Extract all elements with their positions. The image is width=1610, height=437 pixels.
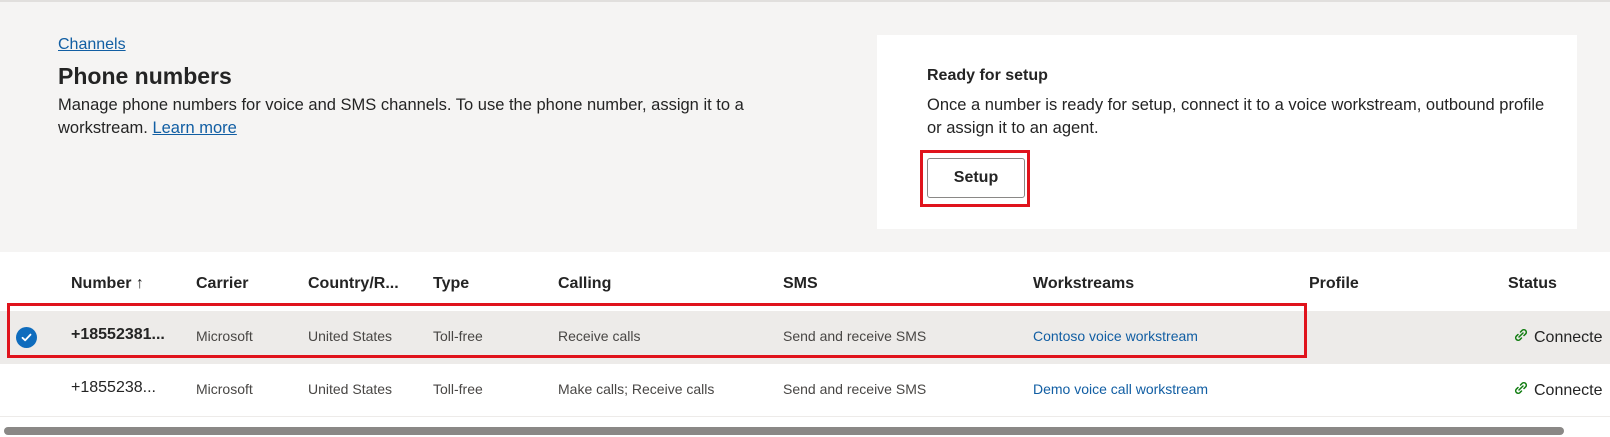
link-icon [1514, 381, 1528, 395]
cell-type: Toll-free [433, 328, 483, 344]
cell-carrier: Microsoft [196, 381, 253, 397]
status-cell: Connecte [1512, 379, 1603, 400]
column-header-profile[interactable]: Profile [1309, 275, 1359, 293]
cell-calling: Make calls; Receive calls [558, 381, 715, 397]
setup-card-title: Ready for setup [927, 67, 1048, 84]
column-header-type[interactable]: Type [433, 275, 469, 293]
table-row[interactable]: +18552381... Microsoft United States Tol… [0, 311, 1610, 364]
table-row[interactable]: +1855238... Microsoft United States Toll… [0, 364, 1610, 417]
setup-button[interactable]: Setup [927, 158, 1025, 198]
column-header-sms[interactable]: SMS [783, 275, 818, 293]
status-text: Connecte [1534, 382, 1603, 399]
page-header-area: Channels Phone numbers Manage phone numb… [0, 0, 1610, 252]
link-icon [1514, 328, 1528, 342]
page-description: Manage phone numbers for voice and SMS c… [58, 94, 798, 140]
status-cell: Connecte [1512, 326, 1603, 347]
setup-card-description: Once a number is ready for setup, connec… [927, 96, 1545, 137]
status-text: Connecte [1534, 329, 1603, 346]
cell-number[interactable]: +18552381... [71, 326, 179, 344]
column-header-calling[interactable]: Calling [558, 275, 611, 293]
grid-header-row: Number ↑ Carrier Country/R... Type Calli… [0, 257, 1610, 311]
page-title: Phone numbers [58, 63, 232, 89]
cell-country: United States [308, 381, 393, 397]
column-header-country[interactable]: Country/R... [308, 275, 399, 293]
phone-numbers-grid: Number ↑ Carrier Country/R... Type Calli… [0, 257, 1610, 437]
horizontal-scrollbar-thumb[interactable] [4, 427, 1564, 435]
cell-sms: Send and receive SMS [783, 381, 927, 397]
cell-carrier: Microsoft [196, 328, 253, 344]
learn-more-link[interactable]: Learn more [152, 119, 236, 137]
cell-workstream-link[interactable]: Contoso voice workstream [1033, 328, 1198, 344]
cell-type: Toll-free [433, 381, 483, 397]
column-header-carrier[interactable]: Carrier [196, 275, 248, 293]
cell-sms: Send and receive SMS [783, 328, 927, 344]
column-header-number[interactable]: Number ↑ [71, 275, 144, 293]
column-header-workstreams[interactable]: Workstreams [1033, 275, 1134, 293]
cell-calling: Receive calls [558, 328, 641, 344]
cell-number[interactable]: +1855238... [71, 379, 179, 397]
cell-workstream-link[interactable]: Demo voice call workstream [1033, 381, 1208, 397]
column-header-status[interactable]: Status [1508, 275, 1557, 293]
breadcrumb-channels[interactable]: Channels [58, 36, 126, 54]
checkmark-circle-icon[interactable] [16, 327, 37, 348]
ready-for-setup-card: Ready for setup Once a number is ready f… [877, 35, 1577, 229]
cell-country: United States [308, 328, 393, 344]
